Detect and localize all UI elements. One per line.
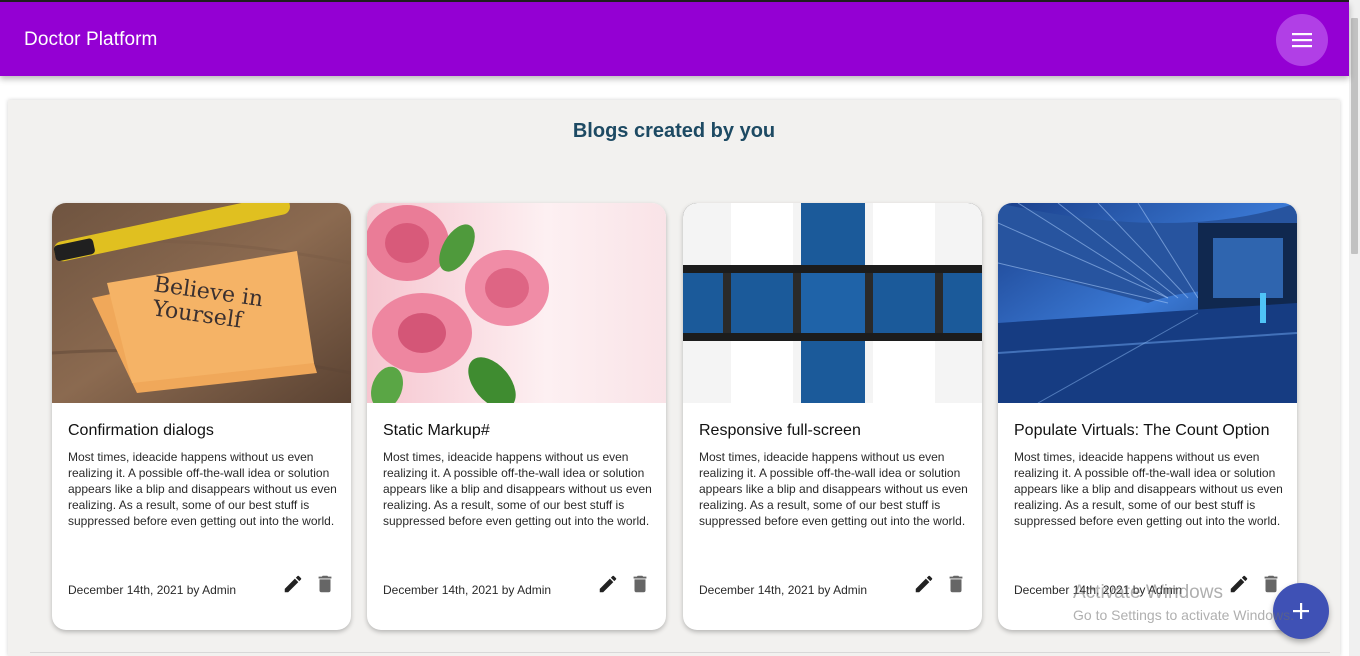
edit-icon	[915, 575, 933, 593]
edit-icon	[1230, 575, 1248, 593]
windows-activation-title: Activate Windows	[1073, 582, 1223, 603]
blog-card-text: Most times, ideacide happens without us …	[699, 450, 968, 528]
blog-card-title: Populate Virtuals: The Count Option	[1014, 422, 1270, 439]
edit-button[interactable]	[913, 573, 935, 595]
blog-card[interactable]: Responsive full-screen Most times, ideac…	[683, 203, 982, 630]
delete-button[interactable]	[314, 573, 336, 595]
vertical-scrollbar[interactable]	[1349, 0, 1360, 656]
blog-card-meta: December 14th, 2021 by Admin	[383, 583, 552, 597]
blog-card-title: Static Markup#	[383, 422, 490, 439]
app-bar: Doctor Platform	[0, 2, 1349, 76]
delete-button[interactable]	[629, 573, 651, 595]
blog-card-text: Most times, ideacide happens without us …	[1014, 450, 1283, 528]
edit-icon	[599, 575, 617, 593]
delete-icon	[318, 575, 332, 593]
menu-button[interactable]	[1276, 14, 1328, 66]
blog-card-image	[998, 203, 1297, 403]
edit-button[interactable]	[282, 573, 304, 595]
scrollbar-thumb[interactable]	[1351, 18, 1358, 254]
blog-card-meta: December 14th, 2021 by Admin	[699, 583, 868, 597]
blog-card-title: Responsive full-screen	[699, 422, 861, 439]
edit-button[interactable]	[1228, 573, 1250, 595]
blogs-section: Blogs created by you Believe inYourself …	[8, 100, 1340, 656]
page-divider	[30, 652, 1330, 653]
blog-card[interactable]: Static Markup# Most times, ideacide happ…	[367, 203, 666, 630]
blog-card[interactable]: Populate Virtuals: The Count Option Most…	[998, 203, 1297, 630]
delete-icon	[633, 575, 647, 593]
windows-activation-subtitle: Go to Settings to activate Windows.	[1073, 607, 1294, 623]
blog-card-image	[683, 203, 982, 403]
blog-card-text: Most times, ideacide happens without us …	[68, 450, 337, 528]
blog-card[interactable]: Believe inYourself Confirmation dialogs …	[52, 203, 351, 630]
delete-icon	[1264, 575, 1278, 593]
delete-button[interactable]	[1260, 573, 1282, 595]
blog-card-text: Most times, ideacide happens without us …	[383, 450, 652, 528]
add-icon	[1293, 603, 1309, 619]
blog-card-title: Confirmation dialogs	[68, 422, 214, 439]
delete-icon	[949, 575, 963, 593]
menu-icon	[1292, 33, 1312, 48]
section-title: Blogs created by you	[572, 120, 776, 142]
blog-card-image	[367, 203, 666, 403]
delete-button[interactable]	[945, 573, 967, 595]
edit-button[interactable]	[597, 573, 619, 595]
app-title: Doctor Platform	[24, 29, 158, 50]
edit-icon	[284, 575, 302, 593]
blog-card-meta: December 14th, 2021 by Admin	[68, 583, 237, 597]
blog-card-image: Believe inYourself	[52, 203, 351, 403]
